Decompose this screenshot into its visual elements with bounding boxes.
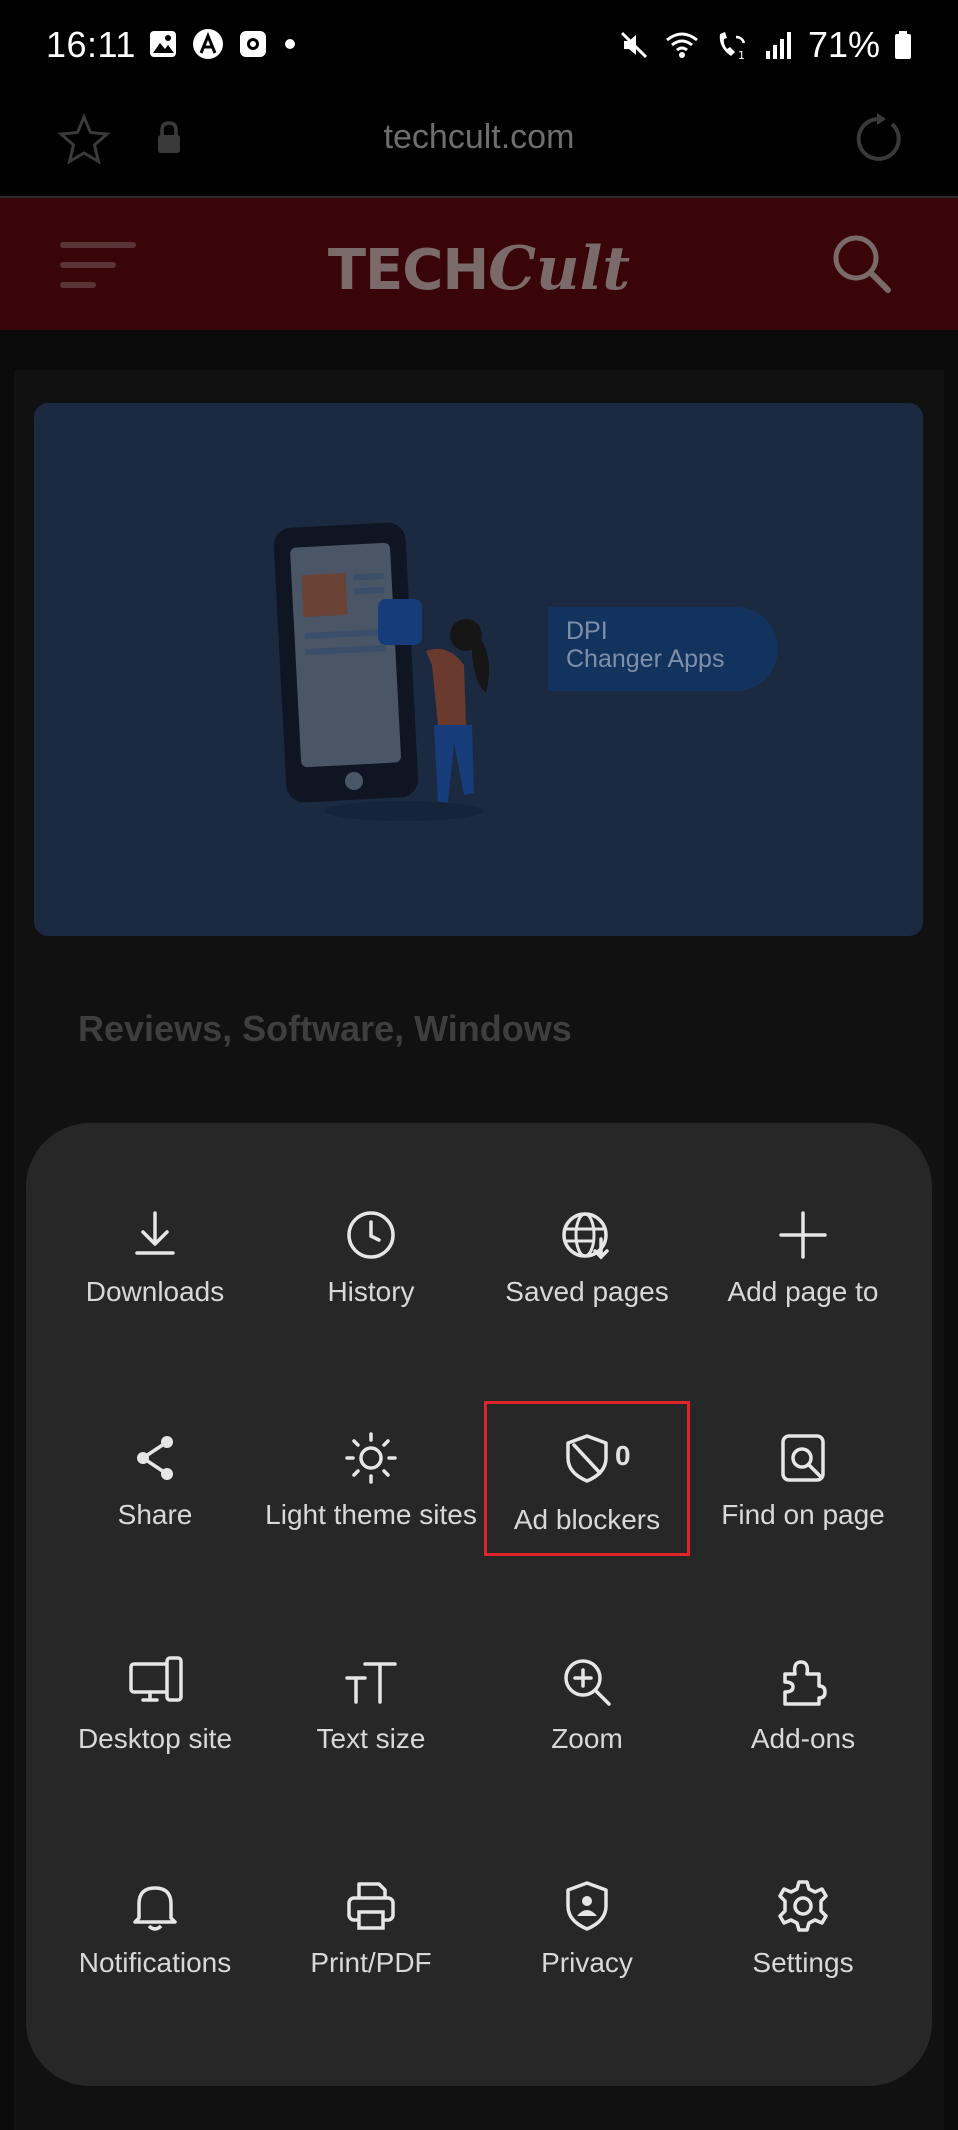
menu-item-zoom[interactable]: Zoom: [474, 1652, 700, 1756]
text-size-icon: [345, 1662, 397, 1704]
search-icon[interactable]: [830, 232, 892, 299]
menu-item-print-pdf[interactable]: Print/PDF: [258, 1876, 484, 1980]
site-header: TECHCult: [0, 198, 958, 330]
menu-label: Saved pages: [505, 1276, 669, 1307]
wifi-icon: [666, 32, 698, 58]
sun-icon: [345, 1432, 397, 1484]
clock-icon: [347, 1211, 395, 1259]
puzzle-icon: [783, 1660, 827, 1706]
status-bar: 16:11 1 71%: [0, 0, 958, 90]
site-logo[interactable]: TECHCult: [0, 234, 958, 304]
menu-item-share[interactable]: Share: [42, 1428, 268, 1532]
desktop-icon: [129, 1656, 183, 1702]
menu-item-text-size[interactable]: Text size: [258, 1652, 484, 1756]
menu-label: Add-ons: [750, 1723, 856, 1754]
menu-label: Zoom: [551, 1723, 623, 1754]
menu-label: Notifications: [78, 1947, 232, 1978]
bell-icon: [133, 1886, 177, 1931]
menu-label: Light theme sites: [265, 1499, 477, 1530]
a-app-icon: [193, 29, 223, 59]
menu-label: Print/PDF: [310, 1947, 432, 1978]
hero-badge-line1: DPI: [566, 617, 608, 645]
gear-icon: [778, 1880, 828, 1932]
camera-app-icon: [240, 31, 266, 57]
notification-icons: [148, 28, 298, 60]
menu-item-notifications[interactable]: Notifications: [42, 1876, 268, 1980]
logo-tech-text: TECH: [327, 238, 489, 303]
mute-icon: [620, 31, 647, 59]
menu-item-privacy[interactable]: Privacy: [474, 1876, 700, 1980]
share-icon: [137, 1436, 173, 1480]
hero-badge-line2: Changer Apps: [566, 645, 725, 673]
address-bar: techcult.com: [0, 90, 958, 198]
hero-image[interactable]: DPI Changer Apps: [34, 403, 923, 936]
menu-item-history[interactable]: History: [258, 1205, 484, 1309]
signal-icon: [765, 32, 791, 59]
zoom-in-icon: [564, 1659, 611, 1706]
article-categories[interactable]: Reviews, Software, Windows: [78, 1008, 572, 1050]
globe-download-icon: [562, 1212, 609, 1260]
phone-illustration: [273, 522, 490, 821]
download-icon: [135, 1211, 175, 1255]
menu-item-downloads[interactable]: Downloads: [42, 1205, 268, 1309]
menu-label: Settings: [752, 1947, 854, 1978]
hero-badge: DPI Changer Apps: [548, 607, 778, 691]
ad-blockers-highlight: [484, 1401, 690, 1556]
privacy-shield-icon: [566, 1881, 608, 1931]
find-page-icon: [781, 1434, 825, 1482]
logo-cult-text: Cult: [488, 234, 631, 304]
battery-icon: [895, 31, 911, 59]
menu-label: Find on page: [721, 1499, 885, 1530]
menu-item-add-ons[interactable]: Add-ons: [690, 1652, 916, 1756]
wifi-calling-icon: 1: [719, 32, 746, 61]
menu-label: Downloads: [85, 1276, 225, 1307]
menu-item-find-on-page[interactable]: Find on page: [690, 1428, 916, 1532]
menu-item-add-page-to[interactable]: Add page to: [690, 1205, 916, 1309]
battery-percent: 71%: [807, 24, 880, 65]
printer-icon: [347, 1882, 395, 1930]
menu-item-saved-pages[interactable]: Saved pages: [474, 1205, 700, 1309]
menu-label: Privacy: [541, 1947, 633, 1978]
reload-icon[interactable]: [848, 110, 906, 173]
menu-label: Share: [117, 1499, 193, 1530]
menu-item-light-theme-sites[interactable]: Light theme sites: [258, 1428, 484, 1532]
menu-label: Desktop site: [77, 1723, 233, 1754]
svg-text:1: 1: [738, 49, 745, 61]
menu-item-desktop-site[interactable]: Desktop site: [42, 1652, 268, 1756]
gallery-icon: [150, 31, 176, 57]
plus-icon: [779, 1211, 827, 1259]
menu-label: History: [327, 1276, 415, 1307]
menu-label: Add page to: [727, 1276, 879, 1307]
system-status: 1 71%: [618, 24, 912, 66]
dot-icon: [285, 39, 295, 49]
menu-item-settings[interactable]: Settings: [690, 1876, 916, 1980]
status-time: 16:11: [46, 24, 136, 65]
menu-label: Text size: [316, 1723, 426, 1754]
url-field[interactable]: techcult.com: [0, 118, 958, 157]
